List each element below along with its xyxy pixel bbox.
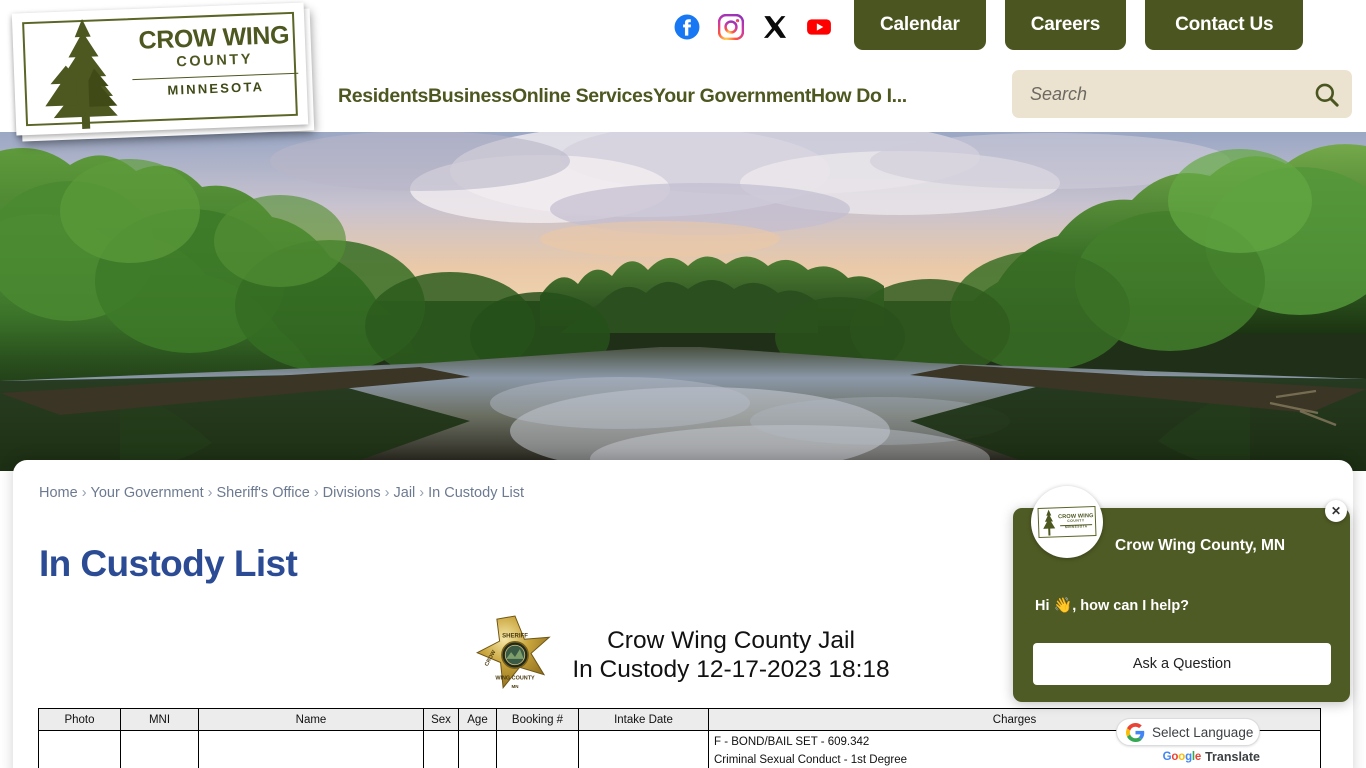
svg-text:SHERIFF: SHERIFF xyxy=(502,633,528,639)
cell-photo xyxy=(38,730,121,768)
column-header-booking: Booking # xyxy=(496,708,579,731)
column-header-mni: MNI xyxy=(120,708,199,731)
chat-avatar: CROW WING COUNTY MINNESOTA xyxy=(1031,486,1103,558)
logo-card: CROW WING COUNTY MINNESOTA xyxy=(11,2,309,136)
chat-logo-line-3: MINNESOTA xyxy=(1064,524,1088,530)
breadcrumb-item-your-government[interactable]: Your Government xyxy=(91,485,204,501)
hero-banner-image xyxy=(0,131,1366,471)
google-translate-attribution: Google Translate xyxy=(1116,750,1260,764)
waving-hand-icon: 👋 xyxy=(1053,597,1073,614)
ask-a-question-button[interactable]: Ask a Question xyxy=(1033,643,1331,685)
breadcrumb-item-divisions[interactable]: Divisions xyxy=(323,485,381,501)
breadcrumb-separator: › xyxy=(384,485,390,501)
breadcrumb-separator: › xyxy=(207,485,213,501)
chat-greeting-suffix: , how can I help? xyxy=(1072,598,1190,614)
svg-text:WING COUNTY: WING COUNTY xyxy=(496,675,536,681)
breadcrumb: Home › Your Government › Sheriff's Office › Di… xyxy=(39,485,524,501)
search-submit-button[interactable] xyxy=(1300,70,1352,118)
breadcrumb-item-sheriffs-office[interactable]: Sheriff's Office xyxy=(217,485,310,501)
breadcrumb-separator: › xyxy=(81,485,87,501)
search-box xyxy=(1012,70,1352,118)
calendar-button[interactable]: Calendar xyxy=(854,0,986,50)
cell-sex xyxy=(423,730,459,768)
svg-text:MN: MN xyxy=(512,684,519,689)
youtube-icon[interactable] xyxy=(806,14,832,40)
main-navigation: Residents Business Online Services Your … xyxy=(338,85,907,108)
google-g-icon xyxy=(1126,722,1145,742)
pine-tree-icon xyxy=(1043,509,1056,536)
river-landscape-illustration xyxy=(0,131,1366,471)
nav-item-your-government[interactable]: Your Government xyxy=(653,85,811,108)
page-title: In Custody List xyxy=(39,543,298,584)
nav-item-business[interactable]: Business xyxy=(428,85,512,108)
google-translate-widget: Select Language Google Translate xyxy=(1116,718,1260,764)
cell-intake-date xyxy=(578,730,709,768)
nav-item-how-do-i[interactable]: How Do I... xyxy=(811,85,907,108)
google-wordmark: Google xyxy=(1162,751,1202,763)
column-header-sex: Sex xyxy=(423,708,459,731)
chat-greeting: Hi 👋, how can I help? xyxy=(1035,596,1189,614)
header-action-buttons: Calendar Careers Contact Us xyxy=(854,0,1304,50)
breadcrumb-item-jail[interactable]: Jail xyxy=(394,485,416,501)
select-language-label: Select Language xyxy=(1152,724,1254,740)
cell-age xyxy=(458,730,497,768)
site-logo[interactable]: CROW WING COUNTY MINNESOTA xyxy=(11,2,315,142)
sheriff-star-badge-icon: SHERIFF WING COUNTY CROW MN xyxy=(476,615,552,689)
jail-timestamp: In Custody 12-17-2023 18:18 xyxy=(572,656,890,683)
chat-greeting-prefix: Hi xyxy=(1035,598,1054,614)
select-language-button[interactable]: Select Language xyxy=(1116,718,1260,746)
x-twitter-icon[interactable] xyxy=(762,14,788,40)
chat-avatar-logo-text: CROW WING COUNTY MINNESOTA xyxy=(1057,513,1095,530)
translate-label: Translate xyxy=(1205,750,1260,764)
search-icon xyxy=(1315,83,1339,107)
instagram-icon[interactable] xyxy=(718,14,744,40)
logo-text: CROW WING COUNTY MINNESOTA xyxy=(128,21,301,100)
site-header: CROW WING COUNTY MINNESOTA Calendar Care… xyxy=(0,0,1366,142)
jail-name: Crow Wing County Jail xyxy=(607,626,855,654)
chat-close-icon[interactable]: ✕ xyxy=(1325,500,1347,522)
cell-booking xyxy=(496,730,579,768)
jail-title-block: Crow Wing County Jail In Custody 12-17-2… xyxy=(572,626,889,685)
column-header-age: Age xyxy=(458,708,497,731)
cell-name xyxy=(198,730,424,768)
careers-button[interactable]: Careers xyxy=(1004,0,1127,50)
contact-us-button[interactable]: Contact Us xyxy=(1145,0,1304,50)
chat-title: Crow Wing County, MN xyxy=(1115,537,1286,554)
chat-widget: CROW WING COUNTY MINNESOTA Crow Wing Cou… xyxy=(1013,486,1350,702)
search-input[interactable] xyxy=(1012,83,1300,105)
pine-tree-icon xyxy=(45,18,118,130)
breadcrumb-item-current: In Custody List xyxy=(428,485,525,501)
social-links xyxy=(674,14,832,40)
column-header-photo: Photo xyxy=(38,708,121,731)
column-header-intake-date: Intake Date xyxy=(578,708,709,731)
nav-item-residents[interactable]: Residents xyxy=(338,85,428,108)
breadcrumb-separator: › xyxy=(313,485,319,501)
page-root: CROW WING COUNTY MINNESOTA Calendar Care… xyxy=(0,0,1366,768)
facebook-icon[interactable] xyxy=(674,14,700,40)
logo-line-1: CROW WING xyxy=(138,21,290,55)
cell-mni xyxy=(120,730,199,768)
chat-avatar-logo: CROW WING COUNTY MINNESOTA xyxy=(1037,505,1097,539)
nav-item-online-services[interactable]: Online Services xyxy=(512,85,653,108)
breadcrumb-item-home[interactable]: Home xyxy=(39,485,78,501)
breadcrumb-separator: › xyxy=(419,485,425,501)
column-header-name: Name xyxy=(198,708,424,731)
